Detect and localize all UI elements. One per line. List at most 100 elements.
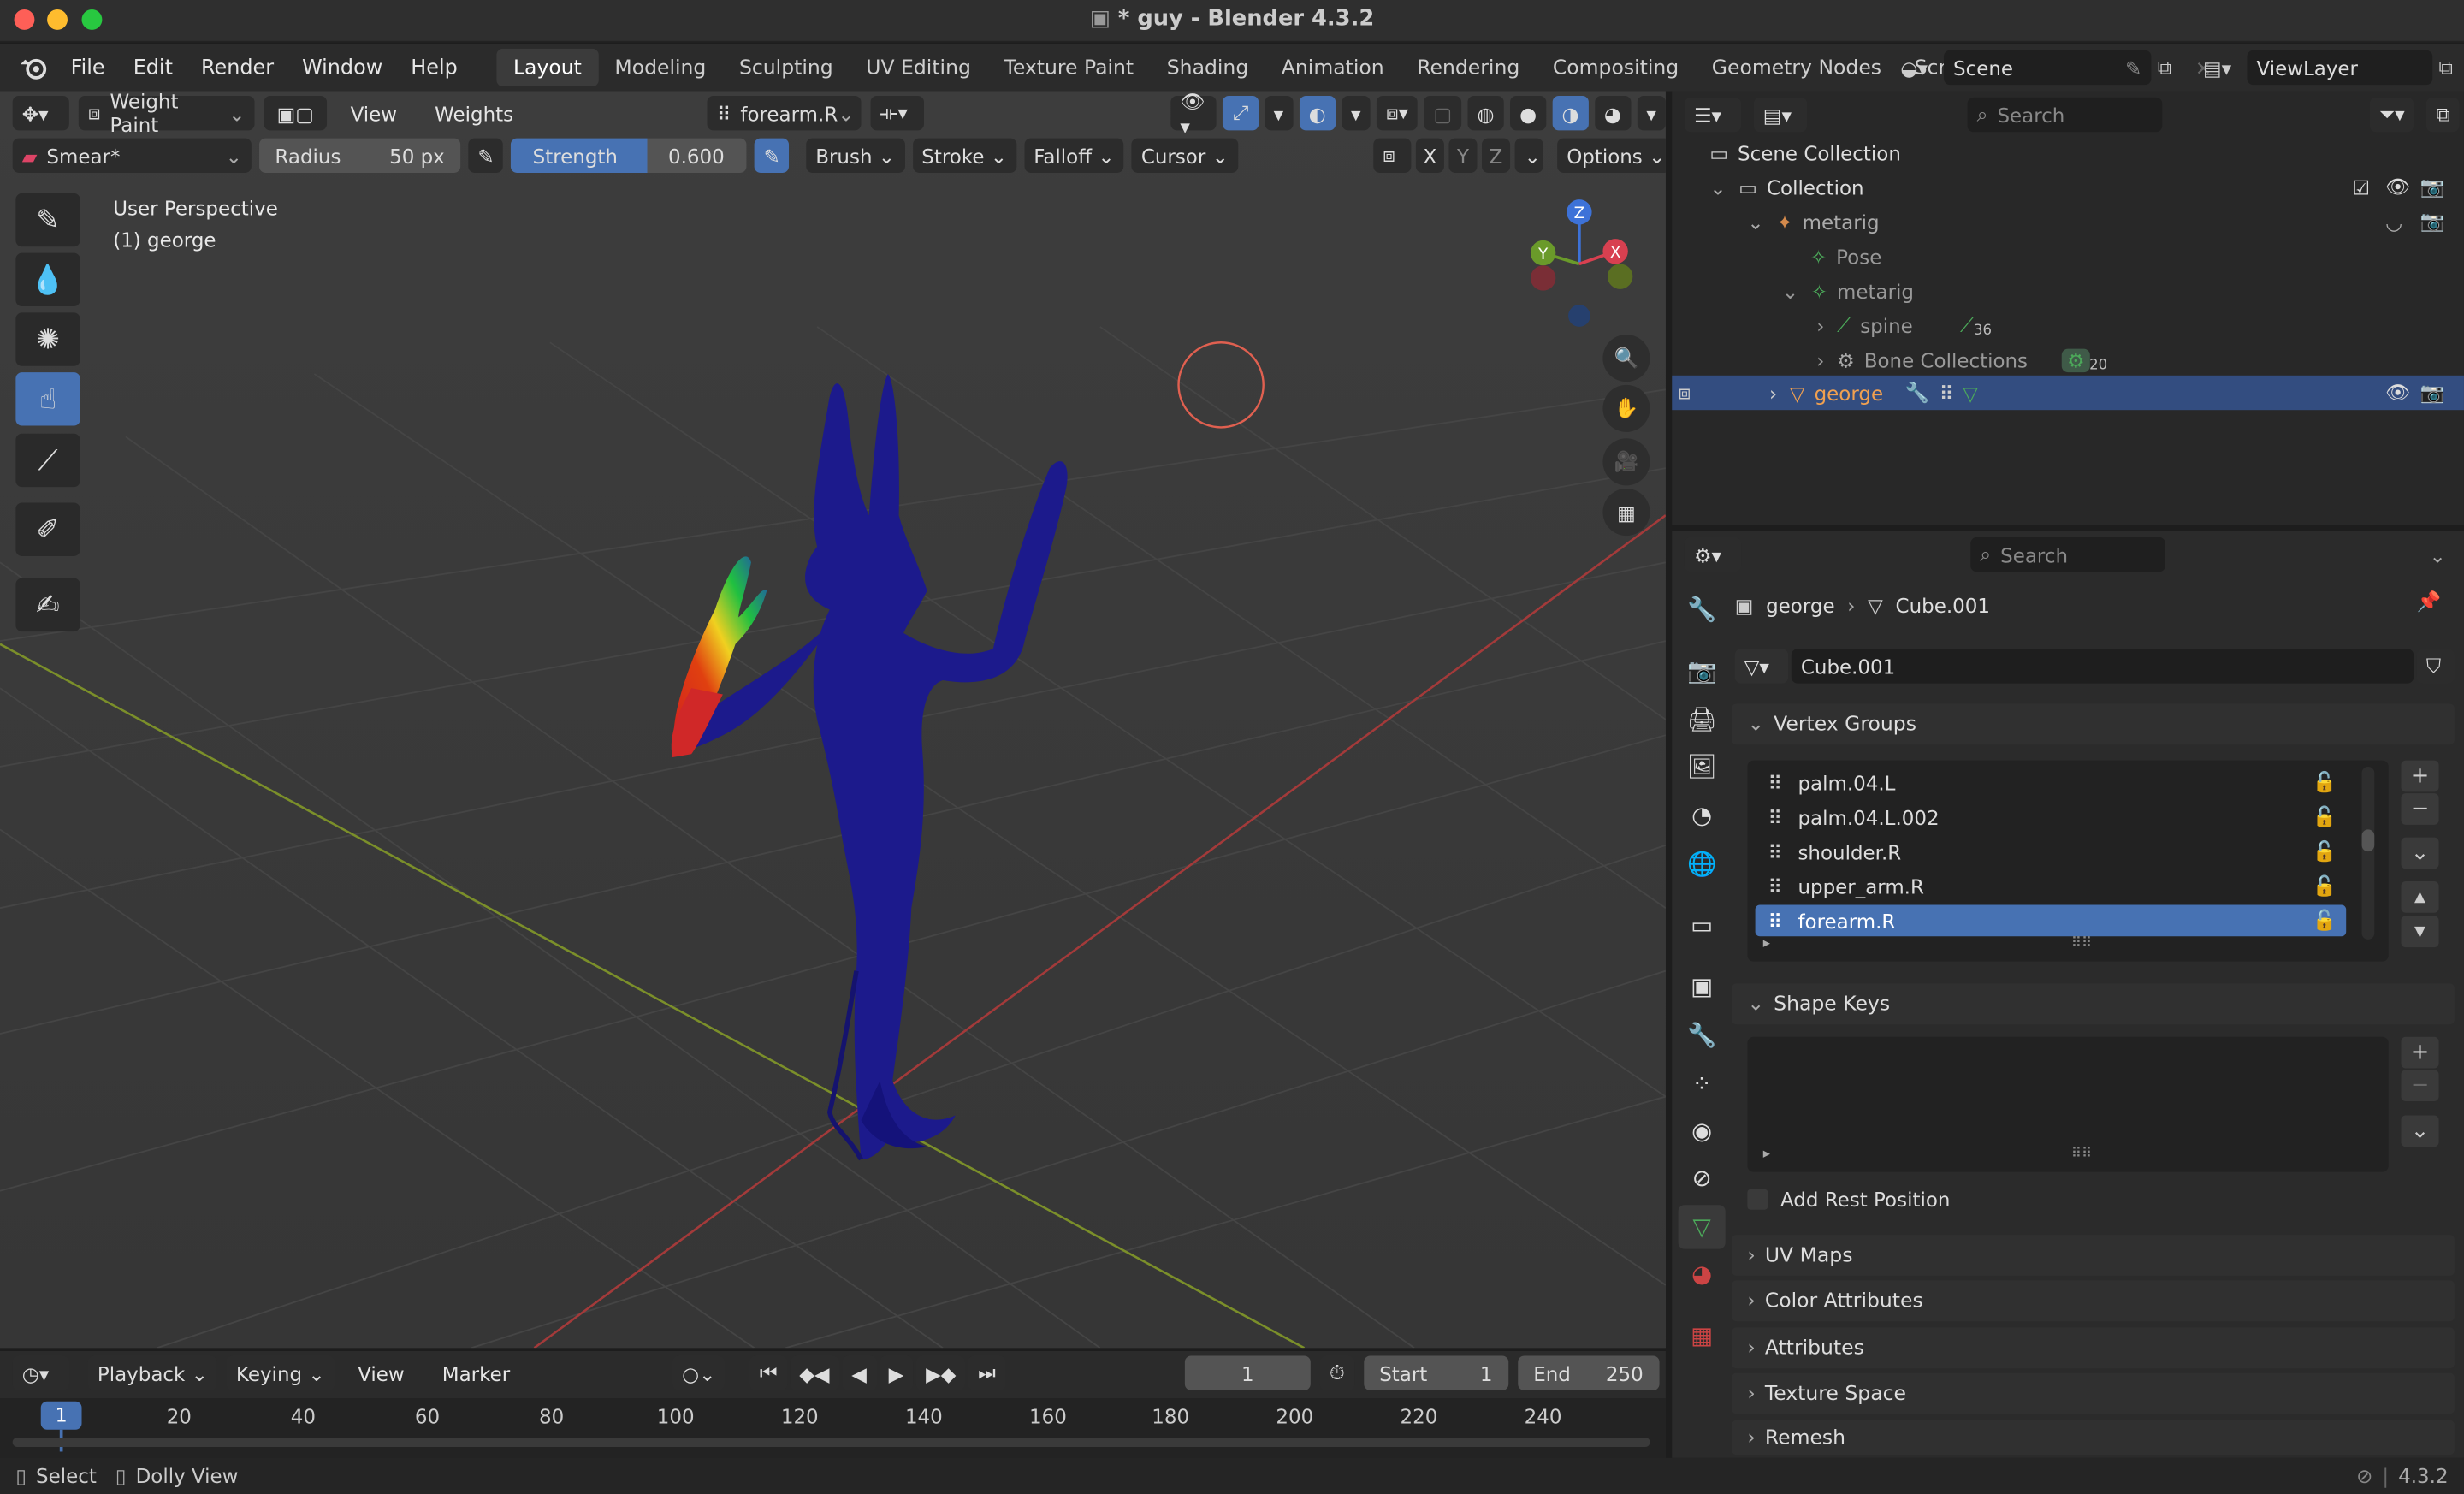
remove-shape-key-button[interactable]: −	[2401, 1070, 2439, 1102]
tab-texture-paint[interactable]: Texture Paint	[987, 49, 1150, 86]
camera-icon[interactable]: 📷	[2420, 175, 2445, 199]
options-menu[interactable]: Options ⌄	[1557, 138, 1666, 173]
checkbox-box[interactable]	[1747, 1188, 1768, 1209]
scene-tab-icon[interactable]: ◔	[1679, 793, 1726, 837]
modifier-tab-icon[interactable]: 🔧	[1679, 1013, 1726, 1057]
modifier-wrench-icon[interactable]: 🔧	[1905, 380, 1930, 405]
scene-field[interactable]: Scene ✎	[1943, 50, 2152, 86]
new-collection-icon[interactable]: ⧉	[2426, 97, 2460, 133]
mirror-x-toggle[interactable]: X	[1415, 138, 1444, 173]
mode-dropdown[interactable]: ⧈ Weight Paint ⌄	[78, 91, 255, 137]
tab-rendering[interactable]: Rendering	[1401, 49, 1537, 86]
outliner-row-scene-collection[interactable]: ▭ Scene Collection	[1672, 135, 2464, 169]
view-layer-tab-icon[interactable]: 🖼	[1679, 744, 1726, 788]
navigation-gizmo[interactable]: Z Y X	[1508, 193, 1650, 335]
list-filter-toggle-icon[interactable]: ▸	[1763, 1147, 1770, 1162]
network-disabled-icon[interactable]: ⊘	[2356, 1464, 2372, 1488]
gradient-tool-button[interactable]: ⟋	[15, 433, 80, 488]
camera-icon[interactable]: 📷	[2420, 380, 2445, 405]
vertex-group-item[interactable]: ⠿ palm.04.L 🔓	[1756, 767, 2347, 798]
radius-slider[interactable]: Radius 50 px	[259, 138, 461, 173]
attributes-panel-header[interactable]: › Attributes	[1732, 1327, 2455, 1369]
output-tab-icon[interactable]: 🖨	[1679, 697, 1726, 741]
draw-tool-button[interactable]: ✎	[15, 193, 80, 247]
auto-keying-icon[interactable]: ○⌄	[672, 1355, 726, 1390]
list-filter-toggle-icon[interactable]: ▸	[1763, 936, 1770, 952]
play-icon[interactable]: ▶	[879, 1355, 914, 1390]
vertex-group-item[interactable]: ⠿ shoulder.R 🔓	[1756, 836, 2347, 868]
outliner-row-metarig-object[interactable]: ⌄ ✦ metarig ◡ 📷	[1672, 205, 2464, 239]
chevron-right-icon[interactable]: ›	[1816, 348, 1824, 372]
shape-key-specials-button[interactable]: ⌄	[2401, 1115, 2439, 1147]
lock-icon[interactable]: 🔓	[2313, 908, 2337, 933]
material-tab-icon[interactable]: ◕	[1679, 1252, 1726, 1295]
gizmo-dropdown[interactable]: ▾	[1264, 95, 1294, 131]
lock-icon[interactable]: 🔓	[2313, 874, 2337, 898]
new-scene-icon[interactable]: ⧉	[2158, 55, 2189, 80]
marker-menu[interactable]: Marker	[428, 1355, 524, 1390]
outliner-row-bone-collections[interactable]: › ⚙ Bone Collections ⚙ 20	[1672, 342, 2464, 376]
outliner-row-pose[interactable]: ✧ Pose	[1672, 239, 2464, 273]
menu-window[interactable]: Window	[288, 44, 397, 91]
uv-maps-panel-header[interactable]: › UV Maps	[1732, 1235, 2455, 1276]
outliner-search-input[interactable]: ⌕ Search	[1967, 97, 2163, 133]
chevron-down-icon[interactable]: ⌄	[1747, 210, 1763, 234]
chevron-down-icon[interactable]: ⌄	[1782, 279, 1798, 303]
visibility-icon[interactable]: 👁▾	[1170, 91, 1217, 138]
strength-slider[interactable]: Strength 0.600	[510, 138, 747, 173]
particles-tab-icon[interactable]: ⁘	[1679, 1062, 1726, 1106]
add-rest-position-checkbox[interactable]: Add Rest Position	[1747, 1183, 1950, 1215]
solid-shading-icon[interactable]: ●	[1509, 95, 1547, 131]
eye-icon[interactable]: 👁	[2385, 175, 2410, 199]
vertex-group-specials-button[interactable]: ⌄	[2401, 837, 2439, 869]
brush-menu[interactable]: Brush ⌄	[806, 138, 905, 173]
zoom-icon[interactable]: 🔍	[1602, 335, 1650, 382]
texture-tab-icon[interactable]: ▦	[1679, 1313, 1726, 1357]
fake-user-shield-icon[interactable]: ⛉	[2416, 649, 2455, 684]
vertex-groups-scrollbar[interactable]	[2361, 766, 2375, 940]
view-layer-icon[interactable]: ▤▾	[2194, 49, 2241, 86]
collection-tab-icon[interactable]: ▭	[1679, 904, 1726, 947]
lock-icon[interactable]: 🔓	[2313, 804, 2337, 829]
weight-paint-mode-icon[interactable]: ⧈	[1679, 380, 1691, 405]
mesh-data-icon[interactable]: ▽	[1963, 381, 1978, 405]
tool-tab-icon[interactable]: 🔧	[1679, 588, 1726, 631]
mirror-y-toggle[interactable]: Y	[1448, 138, 1478, 173]
tab-geometry-nodes[interactable]: Geometry Nodes	[1695, 49, 1898, 86]
tab-shading[interactable]: Shading	[1150, 49, 1265, 86]
constraints-tab-icon[interactable]: ⊘	[1679, 1156, 1726, 1200]
outliner-row-george[interactable]: ⧈ › ▽ george 🔧 ⠿ ▽ 👁 📷	[1672, 375, 2464, 411]
tab-uv-editing[interactable]: UV Editing	[850, 49, 987, 86]
play-reverse-icon[interactable]: ◀	[842, 1355, 876, 1390]
physics-tab-icon[interactable]: ◉	[1679, 1109, 1726, 1153]
falloff-menu[interactable]: Falloff ⌄	[1024, 138, 1124, 173]
rendered-shading-icon[interactable]: ◕	[1594, 95, 1631, 131]
hidden-eye-icon[interactable]: ◡	[2385, 210, 2402, 234]
scrollbar-thumb[interactable]	[2361, 829, 2375, 852]
symmetry-dropdown[interactable]: ⌄	[1514, 138, 1543, 173]
chevron-down-icon[interactable]: ⌄	[1709, 175, 1726, 199]
move-down-button[interactable]: ▾	[2401, 916, 2439, 948]
smear-tool-button[interactable]: ☝	[15, 372, 80, 426]
eye-icon[interactable]: 👁	[2385, 380, 2410, 405]
mesh-overlay-icon[interactable]: ⧈▾	[1376, 95, 1419, 131]
remesh-panel-header[interactable]: › Remesh	[1732, 1420, 2455, 1455]
cursor-menu[interactable]: Cursor ⌄	[1131, 138, 1238, 173]
camera-view-icon[interactable]: 🎥	[1602, 438, 1650, 486]
xray-toggle[interactable]: ▢	[1424, 95, 1462, 131]
overlay-dropdown[interactable]: ▾	[1341, 95, 1371, 131]
tab-modeling[interactable]: Modeling	[598, 49, 723, 86]
wireframe-shading-icon[interactable]: ◍	[1467, 95, 1504, 131]
symmetry-icon[interactable]: ⧈	[1373, 138, 1412, 173]
properties-search-input[interactable]: ⌕ Search	[1970, 537, 2165, 572]
pin-icon[interactable]: 📌	[2417, 590, 2442, 614]
vertex-group-item[interactable]: ⠿ upper_arm.R 🔓	[1756, 870, 2347, 902]
list-resize-handle[interactable]: ⠿⠿	[2071, 1147, 2092, 1162]
add-vertex-group-button[interactable]: +	[2401, 760, 2439, 792]
perspective-grid-icon[interactable]: ▦	[1602, 488, 1650, 537]
object-tab-icon[interactable]: ▣	[1679, 964, 1726, 1008]
preview-range-stopwatch-icon[interactable]: ⏱	[1319, 1355, 1354, 1390]
view-menu[interactable]: View	[336, 96, 412, 130]
blur-tool-button[interactable]: 💧	[15, 252, 80, 307]
outliner-editor-type[interactable]: ☰▾	[1684, 97, 1742, 133]
